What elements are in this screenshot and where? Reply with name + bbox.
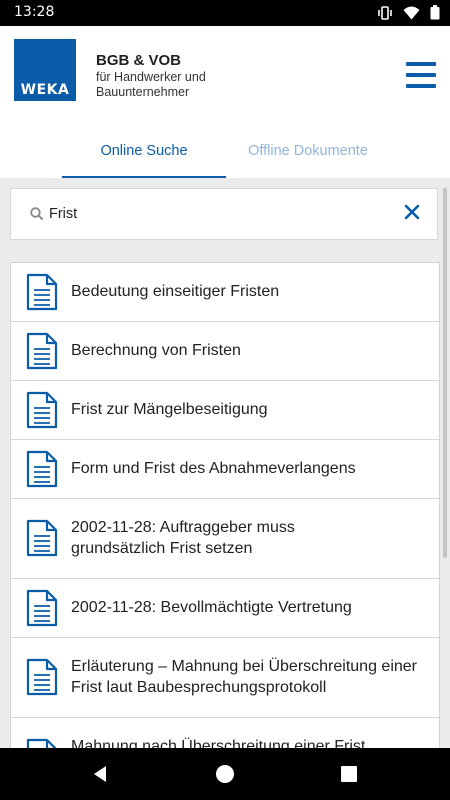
list-item-title: Bedeutung einseitiger Fristen [71, 283, 280, 300]
battery-icon [430, 5, 440, 20]
list-item[interactable]: 2002-11-28: Bevollmächtigte Vertretung [11, 579, 439, 638]
document-icon [26, 273, 58, 311]
logo-text: WEKA [20, 82, 70, 98]
back-icon[interactable] [88, 762, 112, 786]
list-item-title: 2002-11-28: Auftraggeber muss grundsätzl… [71, 519, 295, 557]
clear-icon[interactable] [403, 203, 421, 221]
tab-online-search[interactable]: Online Suche [62, 122, 226, 178]
app-title: BGB & VOB [96, 52, 182, 69]
list-item[interactable]: 2002-11-28: Auftraggeber muss grundsätzl… [11, 499, 439, 579]
list-item-title: 2002-11-28: Bevollmächtigte Vertretung [71, 599, 352, 616]
status-time: 13:28 [14, 4, 55, 20]
document-icon [26, 450, 58, 488]
document-icon [26, 391, 58, 429]
list-item[interactable]: Bedeutung einseitiger Fristen [11, 263, 439, 322]
list-item[interactable]: Berechnung von Fristen [11, 322, 439, 381]
content-area: Frist Bedeutung einseitiger Fristen Bere… [0, 178, 450, 748]
list-item-title: Frist zur Mängelbeseitigung [71, 401, 268, 418]
list-item[interactable]: Erläuterung – Mahnung bei Überschreitung… [11, 638, 439, 718]
tab-offline-documents[interactable]: Offline Dokumente [226, 122, 390, 178]
recents-icon[interactable] [337, 762, 361, 786]
document-icon [26, 738, 57, 748]
document-icon [26, 658, 58, 696]
app-subtitle: für Handwerker und Bauunternehmer [96, 70, 206, 99]
navigation-bar [0, 748, 450, 800]
search-field[interactable]: Frist [10, 188, 438, 240]
list-item[interactable]: Mahnung nach Überschreitung einer Frist [11, 718, 439, 748]
weka-logo: WEKA [14, 39, 76, 101]
app-header: WEKA BGB & VOB für Handwerker und Bauunt… [0, 26, 450, 122]
search-input[interactable]: Frist [49, 206, 77, 222]
search-icon [30, 207, 44, 221]
list-item[interactable]: Frist zur Mängelbeseitigung [11, 381, 439, 440]
document-icon [26, 589, 58, 627]
scrollbar[interactable] [443, 188, 447, 558]
vibrate-icon [378, 5, 392, 20]
status-icons [377, 5, 440, 20]
list-item-title: Erläuterung – Mahnung bei Überschreitung… [71, 658, 417, 696]
document-icon [26, 519, 58, 557]
wifi-icon [403, 6, 420, 19]
tab-bar: Online Suche Offline Dokumente [0, 122, 450, 179]
results-list: Bedeutung einseitiger Fristen Berechnung… [10, 262, 440, 748]
home-icon[interactable] [213, 762, 237, 786]
list-item-title: Mahnung nach Überschreitung einer Frist [71, 738, 366, 748]
list-item-title: Berechnung von Fristen [71, 342, 241, 359]
status-bar: 13:28 [0, 0, 450, 26]
list-item[interactable]: Form und Frist des Abnahmeverlangens [11, 440, 439, 499]
menu-icon[interactable] [406, 62, 436, 88]
document-icon [26, 332, 58, 370]
list-item-title: Form und Frist des Abnahmeverlangens [71, 460, 356, 477]
